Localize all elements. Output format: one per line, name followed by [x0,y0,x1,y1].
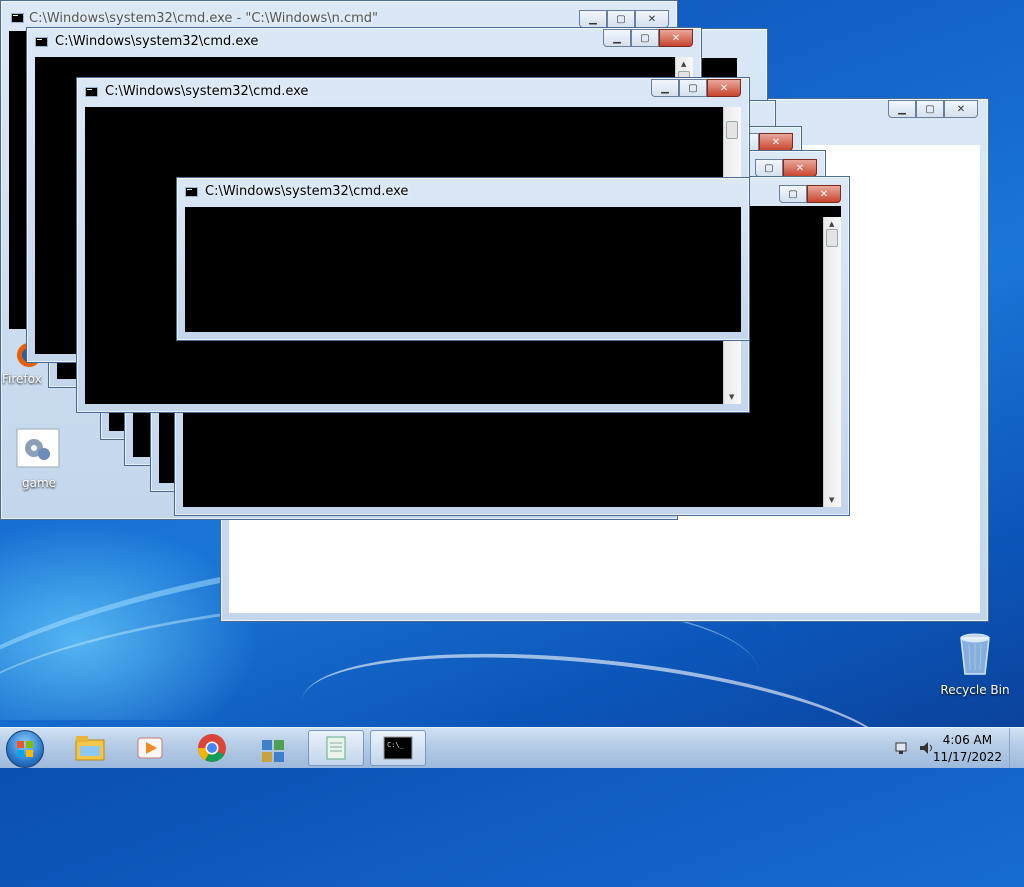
start-button[interactable] [6,730,44,768]
console-area [185,207,741,332]
close-button[interactable]: ✕ [759,133,793,151]
window-controls: ▢ ✕ [779,185,841,204]
chrome-icon [198,734,226,762]
clock-date: 11/17/2022 [932,750,1002,764]
clock-time: 4:06 AM [942,733,993,747]
maximize-button[interactable]: ▢ [779,185,807,203]
window-title: C:\Windows\system32\cmd.exe [55,34,259,49]
recycle-bin-icon[interactable] [955,630,995,678]
maximize-button[interactable]: ▢ [607,10,635,28]
taskbar-command-prompt[interactable]: C:\_ [370,730,426,766]
clock[interactable]: 4:06 AM 11/17/2022 [933,732,1002,766]
cmd-window-3[interactable]: C:\Windows\system32\cmd.exe [176,177,750,341]
maximize-button[interactable]: ▢ [755,159,783,177]
notepad-icon [326,736,346,760]
window-controls: ▁ ▢ ✕ [603,29,693,48]
window-title: C:\Windows\system32\cmd.exe - "C:\Window… [29,11,379,26]
minimize-button[interactable]: ▁ [579,10,607,28]
maximize-button[interactable]: ▢ [916,100,944,118]
close-button[interactable]: ✕ [807,185,841,203]
window-controls: ▁ ▢ ✕ [651,79,741,98]
minimize-button[interactable]: ▁ [651,79,679,97]
taskbar-notepad[interactable] [308,730,364,766]
close-button[interactable]: ✕ [944,100,978,118]
close-button[interactable]: ✕ [659,29,693,47]
scrollbar[interactable]: ▲▼ [823,217,841,507]
maximize-button[interactable]: ▢ [631,29,659,47]
system-tray: 4:06 AM 11/17/2022 [864,728,1024,768]
game-label: game [21,476,57,490]
cmd-icon [185,187,198,197]
close-button[interactable]: ✕ [783,159,817,177]
cmd-icon [11,13,24,23]
window-controls: ▁ ▢ ✕ [888,100,978,119]
command-prompt-icon: C:\_ [383,736,413,760]
firefox-label: Firefox [2,372,42,386]
svg-text:C:\_: C:\_ [387,741,405,749]
taskbar-file-explorer[interactable] [62,730,118,766]
taskbar-chrome[interactable] [184,730,240,766]
taskbar-media-player[interactable] [122,730,178,766]
volume-icon[interactable] [918,740,934,759]
cmd-icon [35,37,48,47]
network-icon[interactable] [894,740,910,759]
recycle-bin-label: Recycle Bin [940,683,1010,697]
close-button[interactable]: ✕ [707,79,741,97]
window-title: C:\Windows\system32\cmd.exe [205,184,409,199]
close-button[interactable]: ✕ [635,10,669,28]
maximize-button[interactable]: ▢ [679,79,707,97]
folder-icon [75,736,105,761]
windows-logo-icon [17,741,33,757]
taskbar: C:\_ 4:06 AM 11/17/2022 [0,727,1024,768]
minimize-button[interactable]: ▁ [888,100,916,118]
taskbar-game-app[interactable] [246,730,302,766]
window-title: C:\Windows\system32\cmd.exe [105,84,309,99]
game-icon[interactable] [16,428,60,468]
show-desktop-button[interactable] [1009,728,1024,768]
puzzle-icon [262,740,284,762]
cmd-icon [85,87,98,97]
minimize-button[interactable]: ▁ [603,29,631,47]
media-player-icon [137,737,163,759]
